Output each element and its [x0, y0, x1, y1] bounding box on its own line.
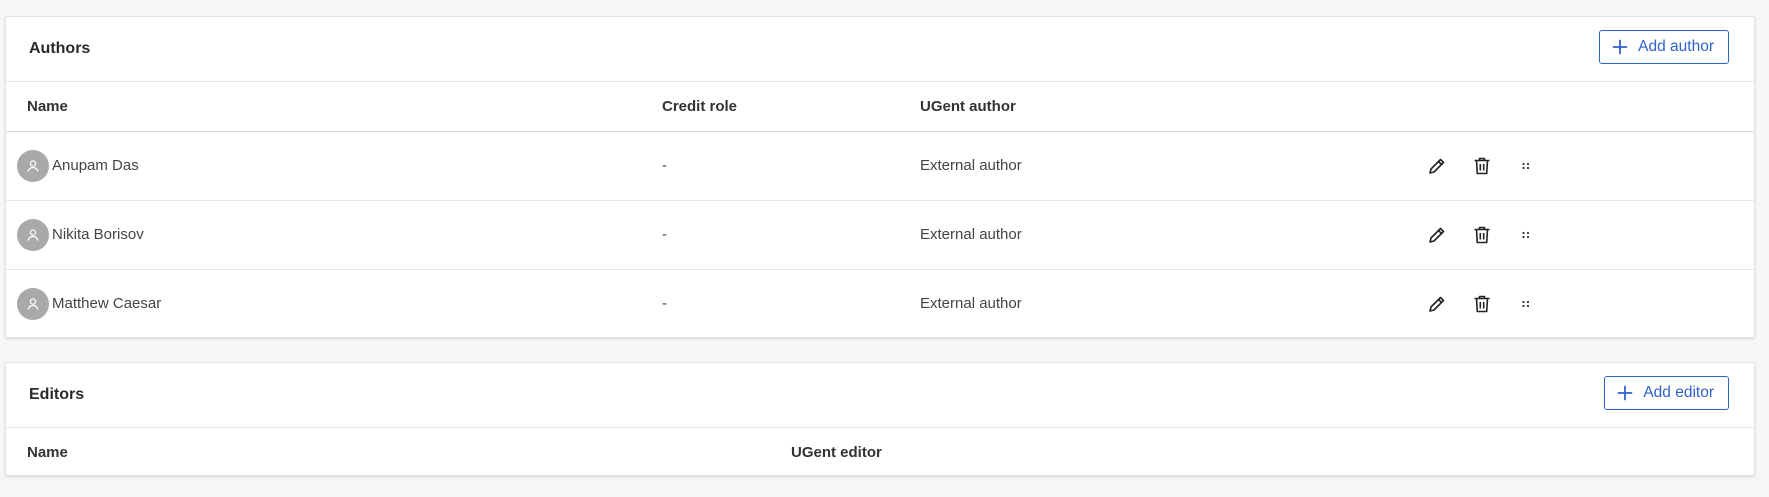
author-row: Anupam Das - External author [6, 132, 1754, 201]
author-name: Nikita Borisov [52, 226, 144, 243]
add-editor-label: Add editor [1643, 384, 1714, 401]
plus-icon [1617, 385, 1633, 401]
user-icon [27, 298, 39, 310]
drag-handle-icon [1522, 231, 1530, 239]
pencil-icon [1429, 296, 1445, 312]
user-icon [27, 229, 39, 241]
user-icon [27, 160, 39, 172]
delete-author-button[interactable] [1470, 154, 1494, 178]
authors-card: Authors Add author Name Credit role UGen… [5, 16, 1755, 338]
editors-title: Editors [29, 386, 85, 403]
edit-author-button[interactable] [1425, 292, 1449, 316]
authors-list: Anupam Das - External author Nikita Bori… [6, 132, 1754, 338]
trash-icon [1474, 295, 1490, 313]
authors-column-header: Name Credit role UGent author [6, 82, 1754, 132]
edit-author-button[interactable] [1425, 223, 1449, 247]
column-ugent-author: UGent author [920, 98, 1016, 115]
delete-author-button[interactable] [1470, 292, 1494, 316]
drag-handle-icon [1522, 162, 1530, 170]
editors-column-header: Name UGent editor [6, 428, 1754, 477]
authors-header: Authors Add author [6, 17, 1754, 82]
editors-header: Editors Add editor [6, 363, 1754, 428]
author-row: Matthew Caesar - External author [6, 270, 1754, 338]
edit-author-button[interactable] [1425, 154, 1449, 178]
author-credit-role: - [662, 226, 667, 243]
author-row: Nikita Borisov - External author [6, 201, 1754, 270]
avatar [17, 150, 49, 182]
author-credit-role: - [662, 295, 667, 312]
author-name: Anupam Das [52, 157, 139, 174]
pencil-icon [1429, 158, 1445, 174]
trash-icon [1474, 226, 1490, 244]
pencil-icon [1429, 227, 1445, 243]
column-name: Name [27, 98, 68, 115]
add-editor-button[interactable]: Add editor [1604, 376, 1729, 410]
delete-author-button[interactable] [1470, 223, 1494, 247]
column-credit-role: Credit role [662, 98, 738, 115]
add-author-label: Add author [1638, 38, 1714, 55]
trash-icon [1474, 157, 1490, 175]
add-author-button[interactable]: Add author [1599, 30, 1729, 64]
drag-handle-icon [1522, 300, 1530, 308]
plus-icon [1612, 39, 1628, 55]
avatar [17, 219, 49, 251]
column-name: Name [27, 444, 68, 461]
author-ugent-status: External author [920, 295, 1022, 312]
author-credit-role: - [662, 157, 667, 174]
drag-handle[interactable] [1514, 223, 1538, 247]
author-ugent-status: External author [920, 226, 1022, 243]
avatar [17, 288, 49, 320]
author-ugent-status: External author [920, 157, 1022, 174]
editors-card: Editors Add editor Name UGent editor [5, 362, 1755, 476]
drag-handle[interactable] [1514, 154, 1538, 178]
author-name: Matthew Caesar [52, 295, 162, 312]
drag-handle[interactable] [1514, 292, 1538, 316]
authors-title: Authors [29, 40, 91, 57]
column-ugent-editor: UGent editor [791, 444, 882, 461]
